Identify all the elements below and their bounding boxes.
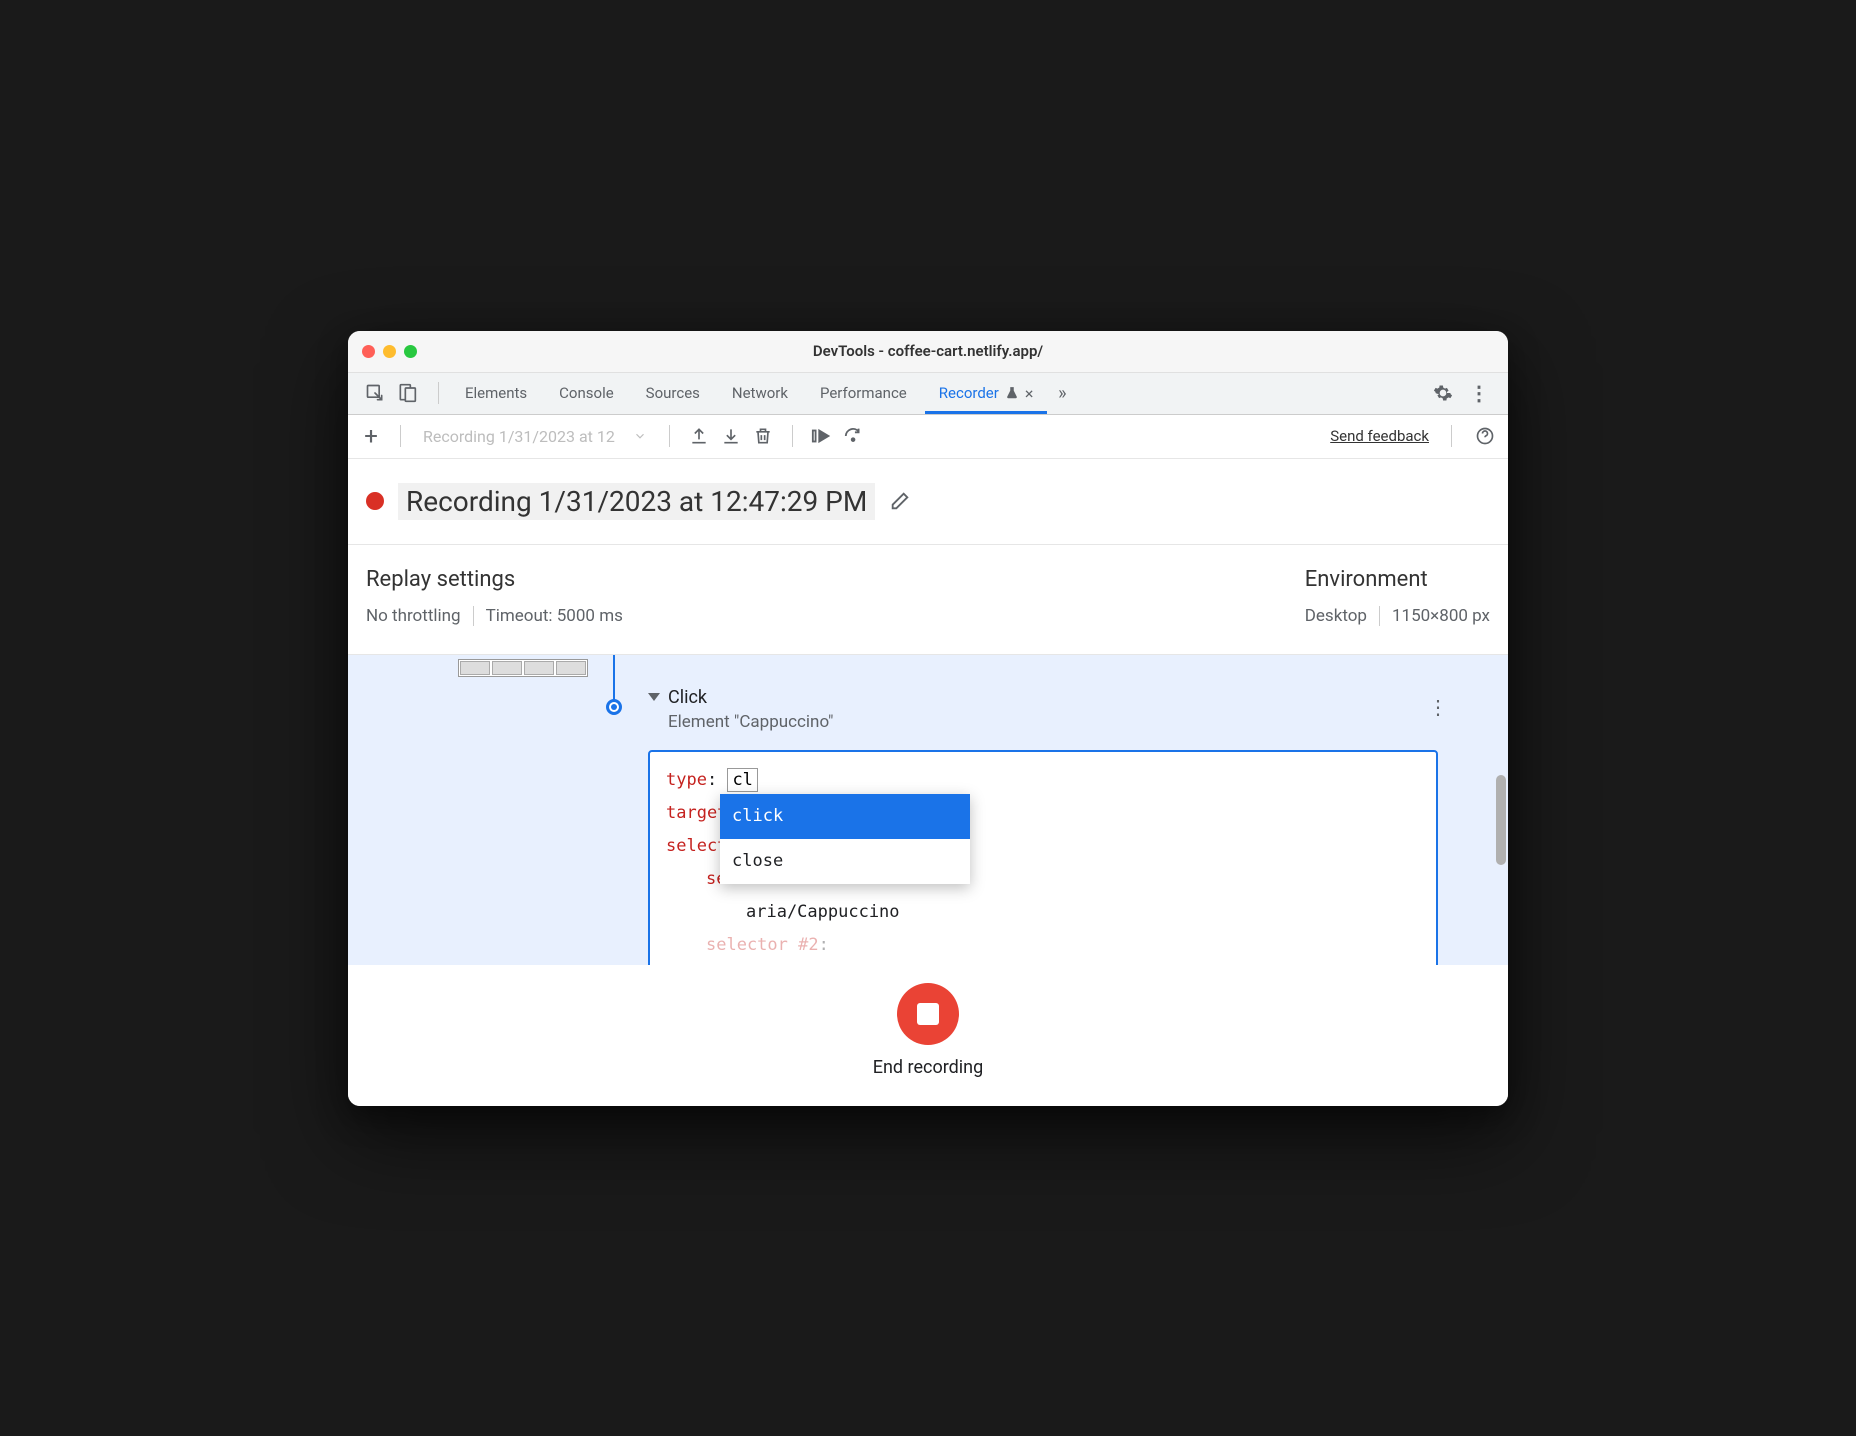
flask-icon xyxy=(1005,386,1019,400)
tab-console[interactable]: Console xyxy=(545,373,628,413)
autocomplete-item-close[interactable]: close xyxy=(720,839,970,884)
step-header[interactable]: Click xyxy=(648,687,1458,708)
replay-icon[interactable] xyxy=(843,425,865,447)
kebab-menu-icon[interactable]: ⋮ xyxy=(1468,382,1490,404)
type-input[interactable]: cl xyxy=(727,768,757,792)
tab-performance[interactable]: Performance xyxy=(806,373,921,413)
more-tabs-icon[interactable]: » xyxy=(1051,382,1073,404)
devtools-window: DevTools - coffee-cart.netlify.app/ Elem… xyxy=(348,331,1508,1106)
recording-crumb[interactable]: Recording 1/31/2023 at 12 xyxy=(419,427,619,446)
step-subtitle: Element "Cappuccino" xyxy=(668,712,1458,732)
divider xyxy=(669,425,670,447)
timeline-area: ⋮ Click Element "Cappuccino" type: cl ta… xyxy=(348,655,1508,965)
scrollbar[interactable] xyxy=(1496,775,1506,865)
recorder-toolbar: + Recording 1/31/2023 at 12 Send feedbac… xyxy=(348,415,1508,459)
throttling-value[interactable]: No throttling xyxy=(366,606,461,626)
settings-row: Replay settings No throttling Timeout: 5… xyxy=(348,545,1508,655)
code-prop-target: target xyxy=(666,803,727,823)
device-toolbar-icon[interactable] xyxy=(396,382,418,404)
titlebar: DevTools - coffee-cart.netlify.app/ xyxy=(348,331,1508,373)
dimensions-value[interactable]: 1150×800 px xyxy=(1392,606,1490,626)
chevron-down-icon[interactable] xyxy=(629,425,651,447)
tab-network[interactable]: Network xyxy=(718,373,802,413)
recording-header: Recording 1/31/2023 at 12:47:29 PM xyxy=(348,459,1508,545)
timeout-value[interactable]: Timeout: 5000 ms xyxy=(486,606,623,626)
step-title: Click xyxy=(668,687,707,708)
step-content: Click Element "Cappuccino" type: cl targ… xyxy=(648,687,1458,965)
tab-sources[interactable]: Sources xyxy=(632,373,714,413)
add-recording-icon[interactable]: + xyxy=(360,425,382,447)
replay-settings: Replay settings No throttling Timeout: 5… xyxy=(366,567,1305,626)
stop-icon xyxy=(917,1003,939,1025)
divider xyxy=(473,606,474,626)
divider xyxy=(792,425,793,447)
code-selector-1-value[interactable]: aria/Cappuccino xyxy=(666,896,1420,929)
replay-settings-heading: Replay settings xyxy=(366,567,1305,592)
end-recording-label: End recording xyxy=(873,1057,983,1078)
autocomplete-popup: click close xyxy=(720,794,970,884)
divider xyxy=(400,425,401,447)
screenshot-strip[interactable] xyxy=(458,659,588,677)
step-marker[interactable] xyxy=(606,699,622,715)
autocomplete-item-click[interactable]: click xyxy=(720,794,970,839)
delete-icon[interactable] xyxy=(752,425,774,447)
recorder-footer: End recording xyxy=(348,965,1508,1106)
import-icon[interactable] xyxy=(720,425,742,447)
settings-icon[interactable] xyxy=(1432,382,1454,404)
export-icon[interactable] xyxy=(688,425,710,447)
inspect-element-icon[interactable] xyxy=(364,382,386,404)
traffic-lights xyxy=(362,345,417,358)
divider xyxy=(438,382,439,404)
send-feedback-link[interactable]: Send feedback xyxy=(1330,427,1429,445)
device-value[interactable]: Desktop xyxy=(1305,606,1367,626)
code-prop-type: type xyxy=(666,770,707,790)
divider xyxy=(1451,425,1452,447)
minimize-window-button[interactable] xyxy=(383,345,396,358)
tab-elements[interactable]: Elements xyxy=(451,373,541,413)
caret-down-icon xyxy=(648,693,660,701)
divider xyxy=(1379,606,1380,626)
recording-title[interactable]: Recording 1/31/2023 at 12:47:29 PM xyxy=(398,483,875,520)
maximize-window-button[interactable] xyxy=(404,345,417,358)
step-over-icon[interactable] xyxy=(811,425,833,447)
environment-heading: Environment xyxy=(1305,567,1428,592)
tab-recorder-label: Recorder xyxy=(939,384,999,402)
step-code-editor[interactable]: type: cl target select selector #1: aria… xyxy=(648,750,1438,965)
tabs-bar: Elements Console Sources Network Perform… xyxy=(348,373,1508,415)
help-icon[interactable] xyxy=(1474,425,1496,447)
code-prop-selectors: select xyxy=(666,836,727,856)
close-tab-icon[interactable]: × xyxy=(1025,384,1034,403)
edit-title-icon[interactable] xyxy=(889,490,911,512)
code-selector-2-label: selector #2 xyxy=(706,935,819,955)
tab-recorder[interactable]: Recorder × xyxy=(925,373,1048,414)
environment-settings: Environment Desktop 1150×800 px xyxy=(1305,567,1490,626)
end-recording-button[interactable] xyxy=(897,983,959,1045)
record-indicator-icon xyxy=(366,492,384,510)
close-window-button[interactable] xyxy=(362,345,375,358)
timeline-connector xyxy=(613,655,615,705)
window-title: DevTools - coffee-cart.netlify.app/ xyxy=(813,342,1043,360)
